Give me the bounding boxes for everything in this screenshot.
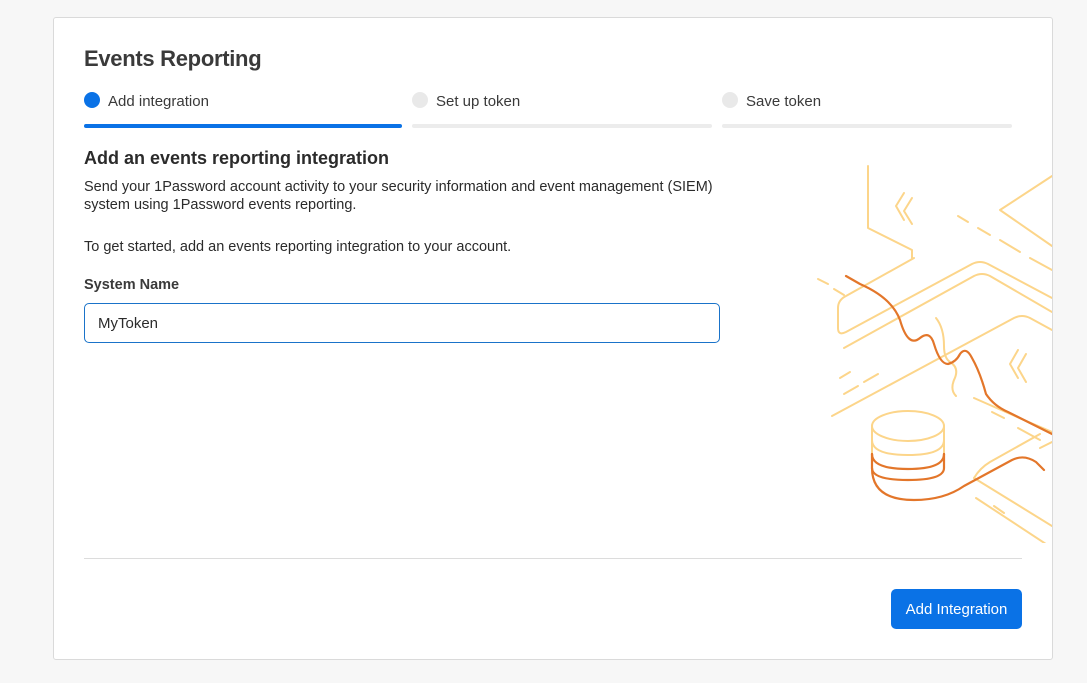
step-label: Save token <box>746 93 822 110</box>
events-reporting-card: Events Reporting Add integration Set up … <box>53 17 1053 660</box>
step-indicator-icon <box>84 92 100 108</box>
step-add-integration: Add integration <box>84 90 402 130</box>
step-set-up-token: Set up token <box>412 90 712 130</box>
step-save-token: Save token <box>722 90 1012 130</box>
description-text: Send your 1Password account activity to … <box>84 179 713 213</box>
step-indicator-icon <box>722 92 738 108</box>
step-progress-bar <box>412 124 712 128</box>
system-name-input[interactable] <box>84 303 720 343</box>
page-title: Events Reporting <box>84 46 262 71</box>
step-progress-bar <box>84 124 402 128</box>
stepper: Add integration Set up token Save token <box>84 90 1014 130</box>
add-integration-button[interactable]: Add Integration <box>891 589 1022 629</box>
system-name-label: System Name <box>84 277 180 293</box>
step-indicator-icon <box>412 92 428 108</box>
step-progress-bar <box>722 124 1012 128</box>
instruction-text: To get started, add an events reporting … <box>84 239 512 255</box>
section-heading: Add an events reporting integration <box>84 148 390 168</box>
footer-divider <box>84 558 1022 559</box>
events-reporting-illustration-icon <box>804 158 1052 543</box>
step-label: Add integration <box>108 93 209 110</box>
step-label: Set up token <box>436 93 521 110</box>
